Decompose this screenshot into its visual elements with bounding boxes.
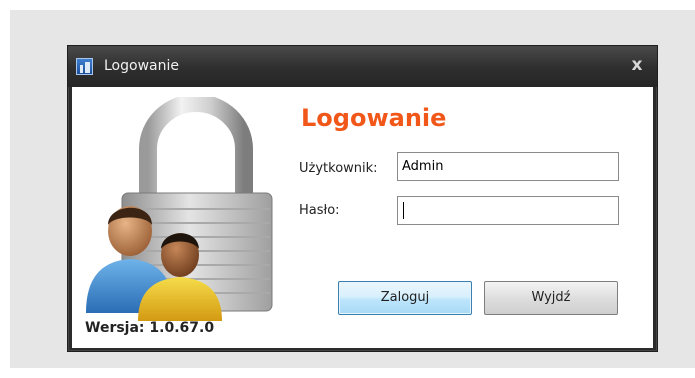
login-button[interactable]: Zaloguj xyxy=(338,281,472,315)
window-title: Logowanie xyxy=(104,58,179,74)
version-label: Wersja: 1.0.67.0 xyxy=(85,320,215,336)
username-input[interactable] xyxy=(397,152,619,181)
text-caret xyxy=(403,202,404,219)
dialog-heading: Logowanie xyxy=(301,104,447,132)
username-label: Użytkownik: xyxy=(299,161,378,176)
close-icon[interactable]: x xyxy=(627,54,647,76)
exit-button[interactable]: Wyjdź xyxy=(484,281,618,315)
login-window: Logowanie x Wersja: 1.0.67.0 Logowanie U… xyxy=(67,45,658,352)
password-label: Hasło: xyxy=(299,203,340,218)
padlock-users-icon xyxy=(86,97,273,321)
title-bar[interactable]: Logowanie x xyxy=(68,46,657,87)
dialog-body: Wersja: 1.0.67.0 Logowanie Użytkownik: H… xyxy=(72,87,653,348)
app-icon xyxy=(76,58,93,75)
password-input[interactable] xyxy=(397,196,619,225)
